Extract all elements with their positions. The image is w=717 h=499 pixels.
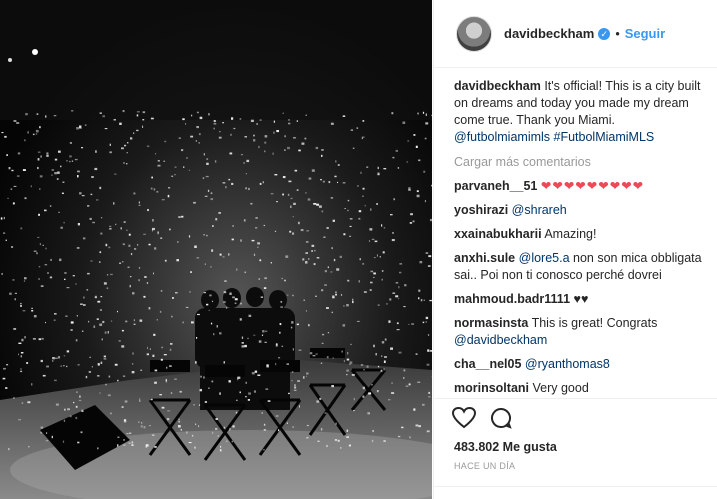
- comment-mention[interactable]: @shrareh: [512, 203, 567, 217]
- comment-username[interactable]: mahmoud.badr1111: [454, 292, 570, 306]
- comment-username[interactable]: normasinsta: [454, 316, 528, 330]
- list-item: anxhi.sule @lore5.a non son mica obbliga…: [454, 250, 708, 284]
- post-photo[interactable]: [0, 0, 432, 499]
- load-more-comments-button[interactable]: Cargar más comentarios: [454, 154, 708, 170]
- action-icons: [452, 407, 512, 429]
- comment-text: Very good: [532, 381, 589, 395]
- comment-text: This is great! Congrats: [531, 316, 658, 330]
- verified-check-icon: ✓: [598, 27, 611, 40]
- list-item: normasinsta This is great! Congrats @dav…: [454, 315, 708, 349]
- header-username[interactable]: davidbeckham: [504, 26, 594, 41]
- comments-list[interactable]: davidbeckham It's official! This is a ci…: [454, 78, 708, 398]
- comment-username[interactable]: xxainabukharii: [454, 227, 542, 241]
- caption: davidbeckham It's official! This is a ci…: [454, 78, 708, 146]
- post-header: davidbeckham ✓ • Seguir: [434, 0, 717, 68]
- concert-stage-photo: [0, 0, 432, 499]
- avatar[interactable]: [456, 15, 492, 52]
- comment-mention[interactable]: @davidbeckham: [454, 333, 547, 347]
- caption-username[interactable]: davidbeckham: [454, 79, 541, 93]
- comment-hearts: ❤❤❤❤❤❤❤❤❤: [540, 179, 645, 193]
- comment-username[interactable]: cha__nel05: [454, 357, 521, 371]
- comment-hearts: ♥♥: [573, 292, 589, 306]
- list-item: parvaneh__51 ❤❤❤❤❤❤❤❤❤: [454, 178, 708, 195]
- comment-username[interactable]: morinsoltani: [454, 381, 529, 395]
- comment-text: Amazing!: [544, 227, 597, 241]
- add-comment-area[interactable]: [434, 486, 717, 499]
- post-details-panel: davidbeckham ✓ • Seguir davidbeckham It'…: [433, 0, 717, 499]
- list-item: morinsoltani Very good: [454, 380, 708, 397]
- follow-button[interactable]: Seguir: [625, 26, 665, 41]
- caption-tags[interactable]: @futbolmiamimls #FutbolMiamiMLS: [454, 130, 654, 144]
- list-item: mahmoud.badr1111 ♥♥: [454, 291, 708, 308]
- heart-outline-icon[interactable]: [452, 407, 476, 429]
- separator-dot: •: [615, 26, 620, 41]
- post-actions: 483.802 Me gusta HACE UN DÍA: [434, 398, 717, 499]
- comment-username[interactable]: anxhi.sule: [454, 251, 515, 265]
- comment-username[interactable]: yoshirazi: [454, 203, 508, 217]
- likes-count[interactable]: 483.802 Me gusta: [454, 440, 557, 454]
- comment-mention[interactable]: @ryanthomas8: [525, 357, 610, 371]
- list-item: cha__nel05 @ryanthomas8: [454, 356, 708, 373]
- post-timestamp: HACE UN DÍA: [454, 461, 516, 471]
- speech-bubble-icon[interactable]: [490, 407, 512, 429]
- comment-mention[interactable]: @lore5.a: [519, 251, 570, 265]
- comment-username[interactable]: parvaneh__51: [454, 179, 537, 193]
- list-item: xxainabukharii Amazing!: [454, 226, 708, 243]
- list-item: yoshirazi @shrareh: [454, 202, 708, 219]
